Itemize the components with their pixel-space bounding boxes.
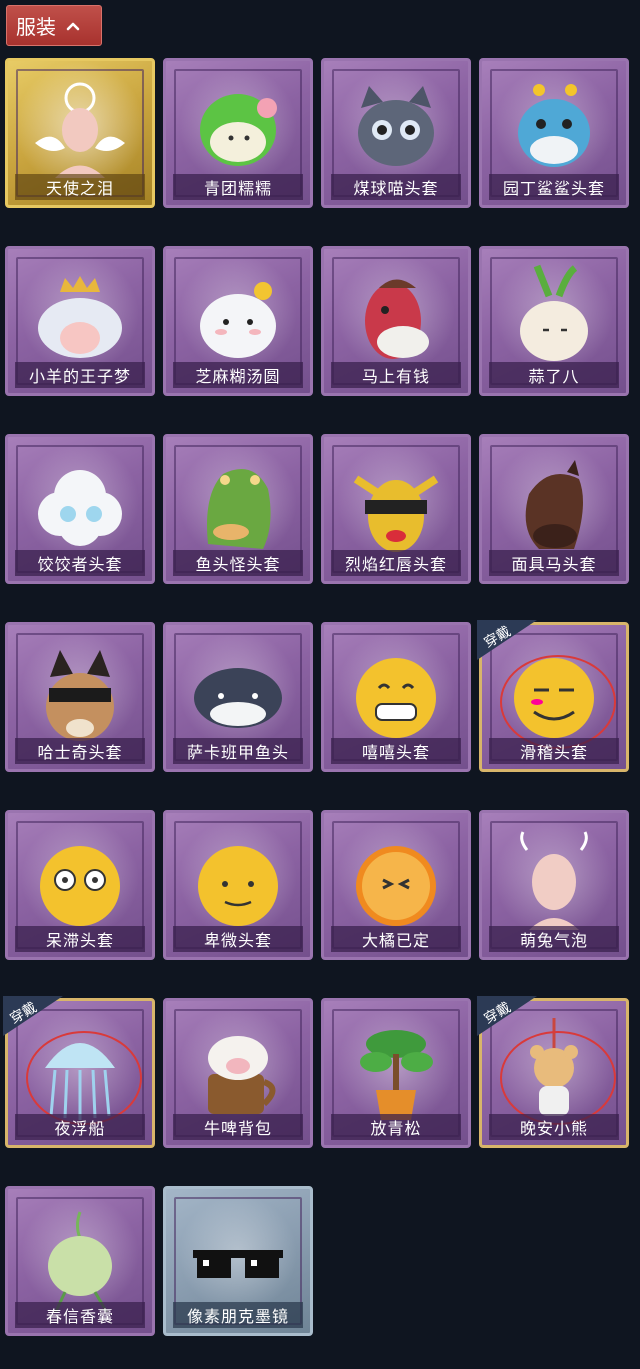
outfit-item-card[interactable]: 蒜了八	[479, 246, 629, 396]
outfit-grid: 天使之泪 青团糯糯 煤球喵头套 园丁鲨鲨头套小羊的王子梦 芝麻糊汤圆 马上有钱 蒜了八饺饺者…	[3, 58, 631, 1336]
sachet-pouch-icon	[48, 1211, 112, 1312]
blue-shark-head-icon	[518, 84, 590, 167]
husky-head-icon	[46, 650, 114, 741]
item-name: 面具马头套	[489, 550, 619, 576]
outfit-item-card[interactable]: 饺饺者头套	[5, 434, 155, 584]
outfit-item-card[interactable]: 烈焰红唇头套	[321, 434, 471, 584]
outfit-item-card[interactable]: 卑微头套	[163, 810, 313, 960]
item-name: 烈焰红唇头套	[331, 550, 461, 576]
outfit-item-card[interactable]: 萨卡班甲鱼头	[163, 622, 313, 772]
angel-wings-icon	[35, 82, 125, 178]
item-name: 鱼头怪头套	[173, 550, 303, 576]
item-name: 萌兔气泡	[489, 926, 619, 952]
stare-emoji-icon	[40, 846, 120, 926]
item-name: 小羊的王子梦	[15, 362, 145, 388]
item-name: 春信香囊	[15, 1302, 145, 1328]
item-name: 煤球喵头套	[331, 174, 461, 200]
outfit-item-card[interactable]: 天使之泪	[5, 58, 155, 208]
cloud-dumpling-icon	[38, 470, 122, 546]
item-name: 萨卡班甲鱼头	[173, 738, 303, 764]
outfit-item-card[interactable]: 放青松	[321, 998, 471, 1148]
grin-emoji-icon	[356, 658, 436, 738]
horse-mask-icon	[525, 460, 583, 549]
outfit-item-card[interactable]: 滑稽头套 穿戴	[477, 620, 629, 772]
item-name: 天使之泪	[15, 174, 145, 200]
item-name: 夜浮船	[15, 1114, 145, 1140]
item-name: 滑稽头套	[489, 738, 619, 764]
rice-ball-icon	[200, 282, 276, 358]
sheep-crown-icon	[38, 276, 122, 358]
item-name: 哈士奇头套	[15, 738, 145, 764]
item-name: 放青松	[331, 1114, 461, 1140]
cow-beer-mug-icon	[208, 1036, 276, 1114]
equipped-badge: 穿戴	[477, 620, 537, 660]
item-name: 芝麻糊汤圆	[173, 362, 303, 388]
pixel-sunglasses-icon	[193, 1250, 283, 1278]
garlic-icon	[520, 264, 588, 361]
outfit-item-card[interactable]: 青团糯糯	[163, 58, 313, 208]
outfit-item-card[interactable]: 哈士奇头套	[5, 622, 155, 772]
item-name: 大橘已定	[331, 926, 461, 952]
grey-cat-head-icon	[358, 86, 434, 166]
outfit-item-card[interactable]: 面具马头套	[479, 434, 629, 584]
red-horse-head-icon	[365, 279, 429, 359]
item-name: 嘻嘻头套	[331, 738, 461, 764]
item-name: 园丁鲨鲨头套	[489, 174, 619, 200]
item-name: 蒜了八	[489, 362, 619, 388]
orange-slice-icon	[356, 846, 436, 926]
equipped-badge: 穿戴	[3, 996, 63, 1036]
outfit-item-card[interactable]: 嘻嘻头套	[321, 622, 471, 772]
yellow-mask-icon	[353, 475, 439, 552]
fish-blob-icon	[194, 668, 282, 728]
outfit-item-card[interactable]: 牛啤背包	[163, 998, 313, 1148]
outfit-item-card[interactable]: 春信香囊	[5, 1186, 155, 1336]
outfit-item-card[interactable]: 萌兔气泡	[479, 810, 629, 960]
item-name: 饺饺者头套	[15, 550, 145, 576]
bonsai-pine-icon	[360, 1030, 433, 1120]
equipped-badge: 穿戴	[477, 996, 537, 1036]
item-name: 牛啤背包	[173, 1114, 303, 1140]
chevron-up-icon	[66, 22, 80, 30]
item-name: 卑微头套	[173, 926, 303, 952]
outfit-item-card[interactable]: 芝麻糊汤圆	[163, 246, 313, 396]
outfit-item-card[interactable]: 像素朋克墨镜	[163, 1186, 313, 1336]
outfit-item-card[interactable]: 园丁鲨鲨头套	[479, 58, 629, 208]
bunny-bubble-icon	[520, 831, 588, 930]
outfit-item-card[interactable]: 马上有钱	[321, 246, 471, 396]
green-dumpling-icon	[200, 94, 277, 166]
outfit-item-card[interactable]: 晚安小熊 穿戴	[477, 996, 629, 1148]
fish-head-icon	[207, 469, 271, 549]
item-name: 晚安小熊	[489, 1114, 619, 1140]
outfit-item-card[interactable]: 呆滞头套	[5, 810, 155, 960]
item-name: 青团糯糯	[173, 174, 303, 200]
outfit-item-card[interactable]: 鱼头怪头套	[163, 434, 313, 584]
outfit-collapse-button[interactable]: 服装	[6, 5, 102, 46]
section-title: 服装	[16, 17, 56, 39]
humble-emoji-icon	[198, 846, 278, 926]
item-name: 呆滞头套	[15, 926, 145, 952]
item-name: 像素朋克墨镜	[173, 1302, 303, 1328]
item-name: 马上有钱	[331, 362, 461, 388]
outfit-item-card[interactable]: 小羊的王子梦	[5, 246, 155, 396]
outfit-item-card[interactable]: 大橘已定	[321, 810, 471, 960]
outfit-item-card[interactable]: 煤球喵头套	[321, 58, 471, 208]
outfit-item-card[interactable]: 夜浮船 穿戴	[3, 996, 155, 1148]
